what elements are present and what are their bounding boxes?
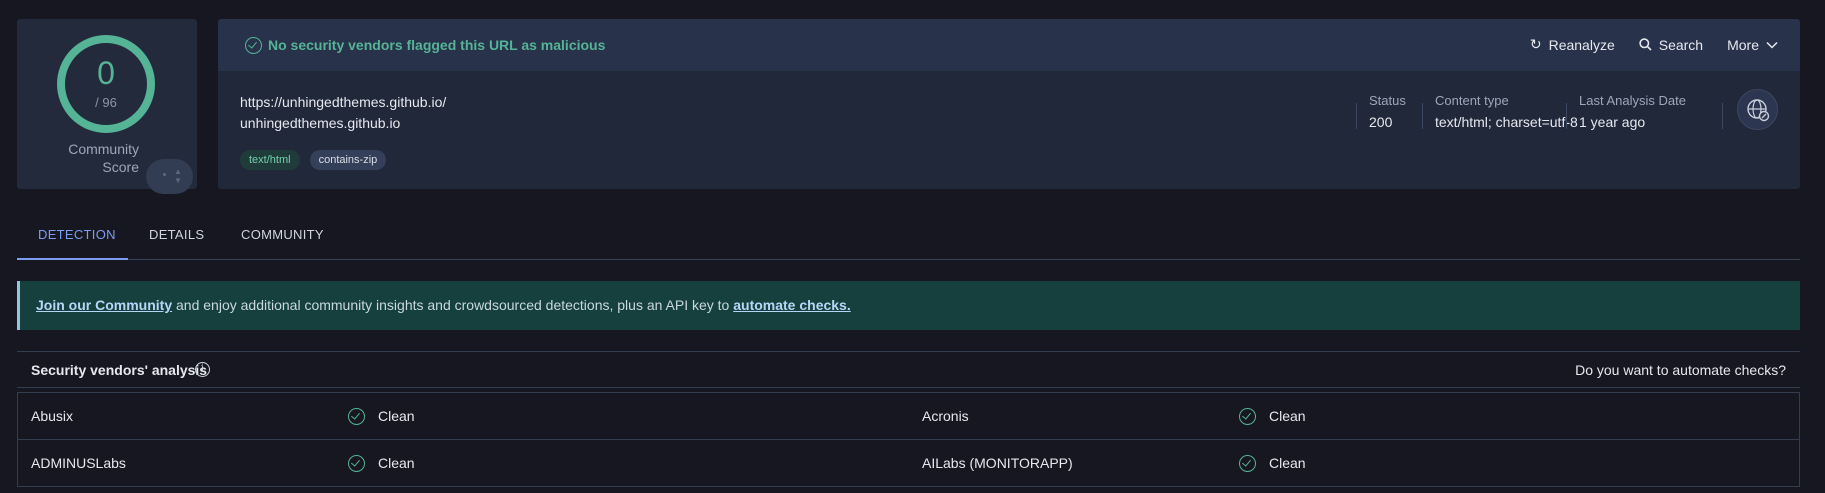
community-score-label: Community Score	[68, 141, 139, 175]
check-circle-icon	[245, 37, 262, 54]
url-info-panel: No security vendors flagged this URL as …	[218, 19, 1800, 189]
content-type-meta: Content type text/html; charset=utf-8	[1422, 93, 1578, 143]
tag-contains-zip[interactable]: contains-zip	[309, 150, 387, 170]
vendor-name: Acronis	[922, 408, 969, 424]
vendor-status: Clean	[1269, 408, 1306, 424]
vote-arrows-icon[interactable]: ▲ ▼	[174, 167, 182, 185]
vendors-analysis-header: Security vendors' analysis i Do you want…	[17, 351, 1800, 388]
status-value: 200	[1369, 114, 1393, 130]
verdict-header: No security vendors flagged this URL as …	[218, 19, 1800, 71]
vendor-status: Clean	[378, 455, 415, 471]
meta-divider	[1722, 103, 1723, 129]
tag-text-html[interactable]: text/html	[240, 150, 300, 170]
clean-check-icon	[348, 408, 365, 425]
community-vote-widget[interactable]: ▲ ▼	[146, 159, 193, 194]
last-analysis-value: 1 year ago	[1579, 114, 1646, 130]
table-row: ADMINUSLabs Clean AILabs (MONITORAPP) Cl…	[18, 440, 1799, 487]
last-analysis-meta: Last Analysis Date 1 year ago	[1566, 93, 1716, 143]
vendor-name: AILabs (MONITORAPP)	[922, 455, 1073, 471]
search-icon	[1639, 38, 1652, 51]
status-meta: Status 200	[1356, 93, 1416, 143]
url-full[interactable]: https://unhingedthemes.github.io/	[240, 94, 446, 110]
vote-dot-icon	[163, 173, 166, 176]
community-banner: Join our Community and enjoy additional …	[17, 281, 1800, 330]
reanalyze-button[interactable]: ↻ Reanalyze	[1530, 36, 1615, 53]
tag-list: text/html contains-zip	[240, 150, 387, 170]
url-host: unhingedthemes.github.io	[240, 115, 401, 131]
verdict-message: No security vendors flagged this URL as …	[268, 37, 606, 53]
vendor-status: Clean	[1269, 455, 1306, 471]
vendors-analysis-title: Security vendors' analysis	[31, 362, 208, 378]
table-row: Abusix Clean Acronis Clean	[18, 393, 1799, 440]
chevron-down-icon	[1766, 41, 1778, 49]
search-button[interactable]: Search	[1639, 37, 1703, 53]
refresh-icon: ↻	[1529, 36, 1542, 52]
automate-checks-link[interactable]: automate checks.	[733, 297, 851, 313]
content-type-value: text/html; charset=utf-8	[1435, 114, 1578, 130]
tab-detection[interactable]: DETECTION	[38, 227, 116, 242]
meta-divider-end	[1722, 93, 1730, 143]
join-community-link[interactable]: Join our Community	[36, 297, 172, 313]
clean-check-icon	[1239, 408, 1256, 425]
globe-link-icon	[1747, 99, 1770, 122]
active-tab-indicator	[17, 258, 128, 260]
meta-divider	[1566, 103, 1567, 129]
vendor-status: Clean	[378, 408, 415, 424]
tab-details[interactable]: DETAILS	[149, 227, 204, 242]
score-total: / 96	[95, 95, 117, 110]
automate-checks-prompt[interactable]: Do you want to automate checks?	[1575, 362, 1786, 378]
vendor-name: Abusix	[31, 408, 74, 424]
tab-community[interactable]: COMMUNITY	[241, 227, 324, 242]
banner-text: Join our Community and enjoy additional …	[36, 297, 851, 313]
detection-score: 0	[97, 55, 115, 91]
url-globe-icon	[1737, 89, 1778, 130]
meta-divider	[1356, 103, 1357, 129]
community-score-card: 0 / 96 Community Score ▲ ▼	[17, 19, 197, 194]
clean-check-icon	[348, 455, 365, 472]
tab-bar: DETECTION DETAILS COMMUNITY	[17, 214, 1800, 260]
more-menu-button[interactable]: More	[1727, 37, 1778, 53]
meta-divider	[1422, 103, 1423, 129]
header-actions: ↻ Reanalyze Search More	[1530, 36, 1778, 53]
vendor-name: ADMINUSLabs	[31, 455, 126, 471]
clean-check-icon	[1239, 455, 1256, 472]
info-icon[interactable]: i	[195, 362, 210, 377]
vendors-table: Abusix Clean Acronis Clean ADMINUSLabs C…	[17, 392, 1800, 487]
